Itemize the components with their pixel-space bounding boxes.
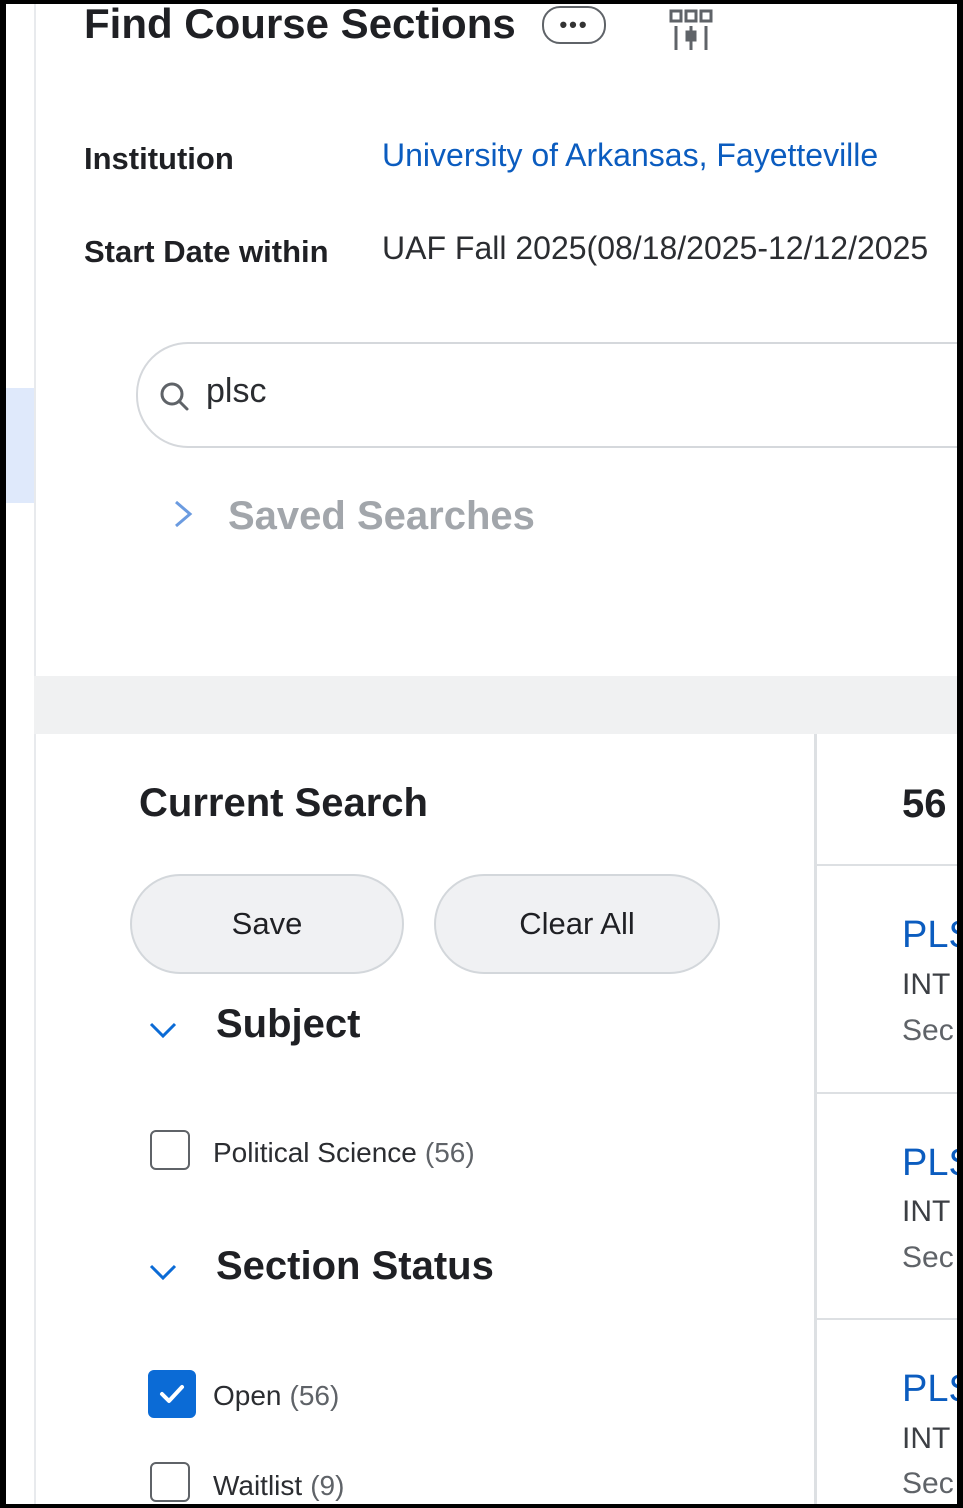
open-option[interactable]: Open (56) [213, 1380, 339, 1412]
start-date-label: Start Date within [84, 234, 329, 269]
result-course-link[interactable]: PLS [902, 914, 957, 957]
results-divider [817, 1318, 957, 1320]
chevron-down-icon[interactable] [148, 1020, 178, 1040]
waitlist-checkbox[interactable] [150, 1462, 190, 1502]
result-section-text: Sec [902, 1014, 954, 1047]
table-view-icon[interactable] [668, 8, 714, 52]
political-science-option[interactable]: Political Science (56) [213, 1137, 475, 1169]
section-divider-band [34, 676, 957, 734]
more-actions-button[interactable]: ••• [542, 6, 606, 44]
start-date-value: UAF Fall 2025(08/18/2025-12/12/2025 [382, 230, 929, 266]
result-course-title: INT [902, 968, 951, 1001]
open-checkbox[interactable] [148, 1370, 196, 1418]
checkmark-icon [160, 1385, 184, 1403]
institution-value-link[interactable]: University of Arkansas, Fayetteville [382, 137, 878, 174]
panel-divider [814, 734, 817, 1504]
result-course-title: INT [902, 1195, 951, 1228]
result-course-link[interactable]: PLS [902, 1368, 957, 1411]
option-count: (56) [289, 1380, 340, 1411]
subject-facet-title[interactable]: Subject [216, 1002, 360, 1047]
results-divider [817, 864, 957, 866]
results-divider [817, 1092, 957, 1094]
option-count: (9) [310, 1470, 345, 1501]
option-label: Waitlist [213, 1470, 303, 1501]
left-rail-active-item[interactable] [6, 388, 34, 503]
saved-searches-toggle[interactable]: Saved Searches [228, 494, 535, 539]
institution-label: Institution [84, 141, 234, 176]
section-status-facet-title[interactable]: Section Status [216, 1244, 494, 1289]
option-label: Open [213, 1380, 282, 1411]
option-count: (56) [424, 1137, 475, 1168]
result-course-link[interactable]: PLS [902, 1142, 957, 1185]
save-button[interactable]: Save [130, 874, 404, 974]
result-section-text: Sec [902, 1467, 954, 1500]
chevron-right-icon[interactable] [172, 498, 194, 530]
ellipsis-icon: ••• [559, 12, 589, 37]
political-science-checkbox[interactable] [150, 1130, 190, 1170]
current-search-title: Current Search [139, 781, 428, 825]
search-icon [160, 382, 189, 411]
result-course-title: INT [902, 1422, 951, 1455]
left-navigation-rail [6, 4, 36, 1504]
option-label: Political Science [213, 1137, 417, 1168]
find-course-sections-page: Find Course Sections ••• Institution Uni… [6, 4, 957, 1504]
results-count: 56 [902, 782, 947, 826]
chevron-down-icon[interactable] [148, 1262, 178, 1282]
clear-all-button[interactable]: Clear All [434, 874, 720, 974]
waitlist-option[interactable]: Waitlist (9) [213, 1470, 344, 1502]
result-section-text: Sec [902, 1241, 954, 1274]
search-query-text[interactable]: plsc [206, 372, 266, 411]
page-title: Find Course Sections [84, 4, 516, 47]
